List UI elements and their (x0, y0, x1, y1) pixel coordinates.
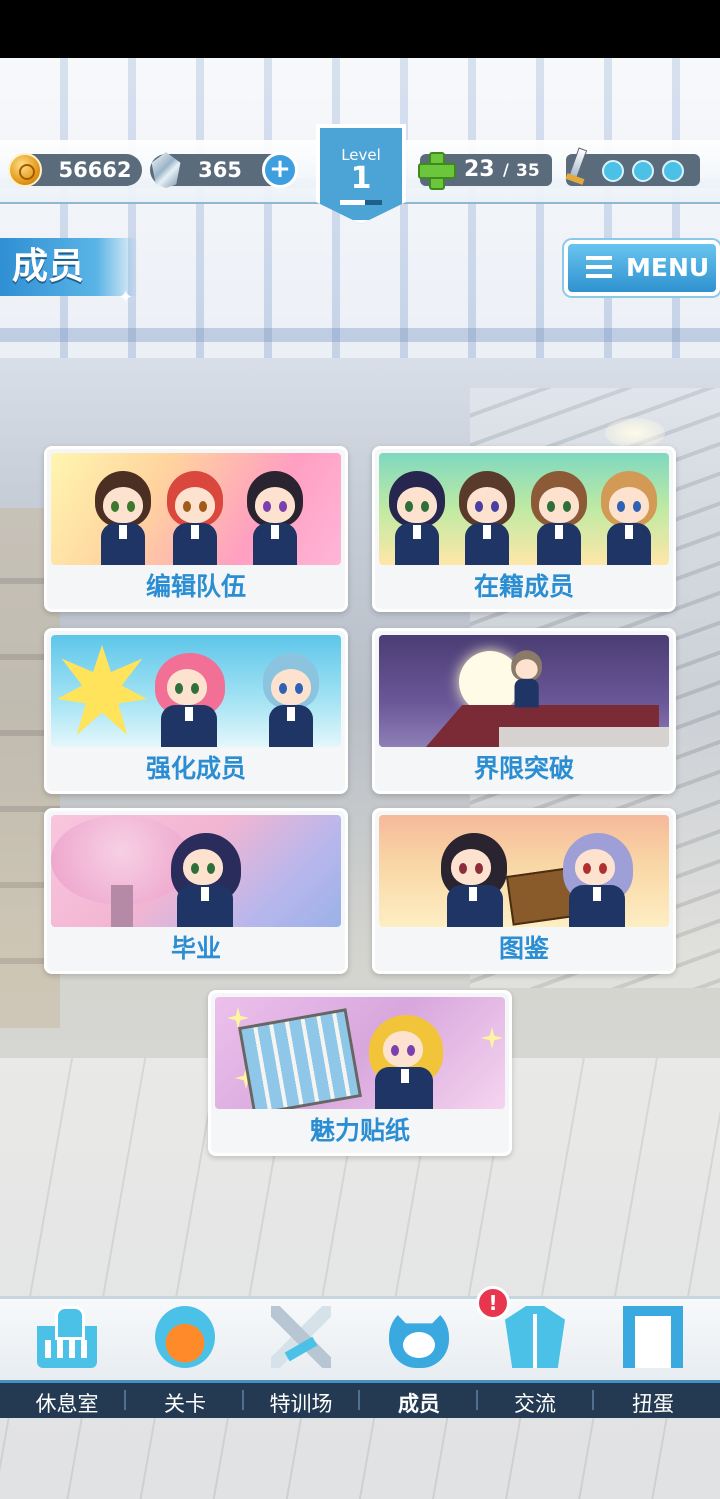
uniform-icon (505, 1306, 565, 1368)
bottom-navigation: 休息室 关卡 特训场 成员 交流 扭蛋 (0, 1296, 720, 1418)
charm-stickers-illustration (215, 997, 505, 1109)
school-icon (37, 1306, 97, 1368)
encyclopedia-illustration (379, 815, 669, 927)
nav-label: 关卡 (164, 1392, 206, 1416)
roster-illustration (379, 453, 669, 565)
card-limit-break[interactable]: 界限突破 (372, 628, 676, 794)
sparkle-icon: ✦ (118, 287, 134, 308)
level-progress-fill (340, 200, 366, 205)
edit-team-illustration (51, 453, 341, 565)
card-label: 魅力贴纸 (309, 1116, 410, 1145)
card-edit-team[interactable]: 编辑队伍 (44, 446, 348, 612)
character-illustration (91, 465, 155, 565)
stamina-plus-icon (418, 152, 456, 190)
hamburger-icon (586, 256, 612, 278)
character-illustration (437, 827, 513, 927)
nav-item-lounge[interactable]: 休息室 (8, 1296, 126, 1418)
nav-label: 休息室 (35, 1392, 99, 1416)
nav-item-gacha[interactable]: 扭蛋 (594, 1296, 712, 1418)
card-label: 强化成员 (145, 754, 246, 783)
burst-shape (57, 645, 147, 735)
nav-item-training[interactable]: 特训场 (242, 1296, 360, 1418)
sword-charges[interactable] (566, 154, 700, 186)
nav-item-members[interactable]: 成员 (360, 1296, 478, 1418)
character-illustration (455, 465, 519, 565)
charge-dot (662, 160, 684, 182)
card-enhance[interactable]: 强化成员 (44, 628, 348, 794)
card-label: 在籍成员 (473, 572, 574, 601)
character-illustration (597, 465, 661, 565)
stamina-counter[interactable]: 23 / 35 (418, 152, 552, 190)
sticker-album-shape (238, 1008, 362, 1109)
gem-value: 365 (198, 158, 242, 182)
card-graduation[interactable]: 毕业 (44, 808, 348, 974)
curtain-icon (623, 1306, 683, 1368)
character-illustration (509, 647, 542, 708)
character-illustration (385, 465, 449, 565)
level-progress-bar (340, 200, 382, 205)
character-illustration (163, 465, 227, 565)
card-label: 图鉴 (498, 934, 549, 963)
sparkle-icon (481, 1027, 503, 1049)
coin-counter[interactable]: 56662 (8, 153, 142, 187)
character-illustration (259, 647, 323, 747)
menu-button[interactable]: MENU (564, 240, 720, 296)
character-illustration (365, 1009, 449, 1109)
stage-icon (155, 1306, 215, 1368)
stamina-current: 23 (464, 157, 495, 182)
add-gems-button[interactable]: + (262, 152, 298, 188)
tree-trunk-shape (111, 885, 133, 927)
character-illustration (527, 465, 591, 565)
charge-dot (602, 160, 624, 182)
limit-break-illustration (379, 635, 669, 747)
enhance-illustration (51, 635, 341, 747)
stamina-max: 35 (516, 161, 540, 181)
card-label: 毕业 (170, 934, 221, 963)
sword-icon (564, 148, 588, 190)
coin-value: 56662 (58, 158, 132, 182)
charge-dot (632, 160, 654, 182)
stamina-separator: / (503, 160, 509, 179)
level-value: 1 (350, 161, 372, 196)
nav-label: 交流 (514, 1392, 556, 1416)
background-lamp (605, 418, 665, 448)
background-beam (0, 328, 720, 342)
card-charm-stickers[interactable]: 魅力贴纸 (208, 990, 512, 1156)
card-label: 编辑队伍 (145, 572, 246, 601)
character-illustration (559, 827, 639, 927)
nav-item-stages[interactable]: 关卡 (126, 1296, 244, 1418)
graduation-illustration (51, 815, 341, 927)
nav-label: 特训场 (269, 1392, 333, 1416)
crossed-swords-icon (271, 1306, 331, 1368)
card-encyclopedia[interactable]: 图鉴 (372, 808, 676, 974)
status-bar (0, 0, 720, 58)
nav-label: 扭蛋 (632, 1392, 674, 1416)
character-illustration (151, 647, 231, 747)
character-illustration (167, 827, 247, 927)
nav-label: 成员 (398, 1392, 440, 1416)
card-label: 界限突破 (473, 754, 574, 783)
menu-label: MENU (626, 253, 710, 282)
gem-icon (151, 152, 181, 188)
character-illustration (243, 465, 307, 565)
gem-counter[interactable]: 365 + (150, 152, 298, 188)
card-roster[interactable]: 在籍成员 (372, 446, 676, 612)
member-icon (389, 1306, 449, 1368)
coin-icon (8, 153, 42, 187)
wall-shape (499, 727, 669, 747)
notification-badge: ! (476, 1286, 510, 1320)
